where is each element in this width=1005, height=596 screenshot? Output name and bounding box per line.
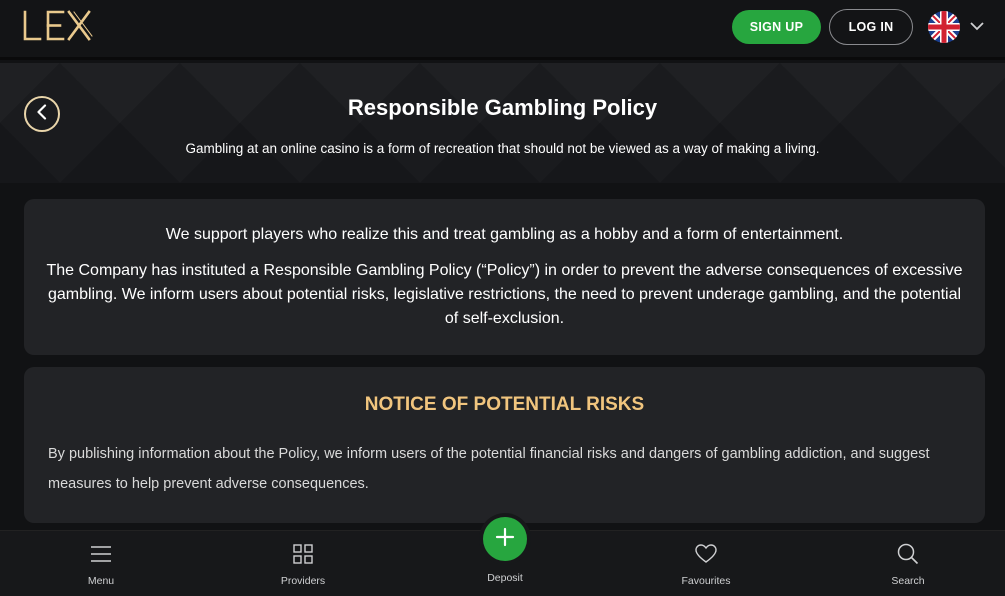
notice-card: NOTICE OF POTENTIAL RISKS By publishing …: [24, 367, 985, 523]
menu-icon: [91, 543, 111, 565]
nav-label-search: Search: [891, 575, 925, 587]
page-subtitle: Gambling at an online casino is a form o…: [185, 141, 820, 156]
notice-title: NOTICE OF POTENTIAL RISKS: [364, 394, 645, 415]
page-title: Responsible Gambling Policy: [347, 95, 658, 120]
intro-paragraph-1: We support players who realize this and …: [165, 226, 844, 243]
search-icon: [897, 543, 919, 565]
nav-item-search[interactable]: Search: [848, 531, 968, 596]
intro-card: We support players who realize this and …: [24, 199, 985, 355]
plus-icon: [495, 527, 515, 552]
nav-label-deposit: Deposit: [487, 572, 523, 584]
nav-label-providers: Providers: [280, 575, 326, 587]
notice-text: By publishing information about the Poli…: [48, 446, 930, 492]
lex-logo[interactable]: [22, 8, 94, 44]
nav-item-menu[interactable]: Menu: [41, 531, 161, 596]
lex-logo-mark: [23, 10, 93, 41]
nav-item-providers[interactable]: Providers: [243, 531, 363, 596]
page-hero: Responsible Gambling Policy Gambling at …: [0, 63, 1005, 183]
top-header: SIGN UP LOG IN: [0, 0, 1005, 60]
deposit-button-ring: [479, 513, 531, 565]
deposit-button[interactable]: [483, 517, 527, 561]
nav-label-menu: Menu: [87, 575, 115, 587]
chevron-down-icon: [970, 18, 984, 36]
heart-icon: [695, 543, 717, 565]
nav-label-favourites: Favourites: [681, 575, 731, 587]
intro-paragraph-2: The Company has instituted a Responsible…: [46, 262, 963, 327]
log-in-button[interactable]: LOG IN: [829, 9, 913, 45]
uk-flag-icon: [928, 11, 960, 43]
grid-icon: [293, 543, 313, 565]
sign-up-button[interactable]: SIGN UP: [732, 10, 821, 44]
nav-item-favourites[interactable]: Favourites: [646, 531, 766, 596]
language-selector[interactable]: [928, 11, 988, 43]
